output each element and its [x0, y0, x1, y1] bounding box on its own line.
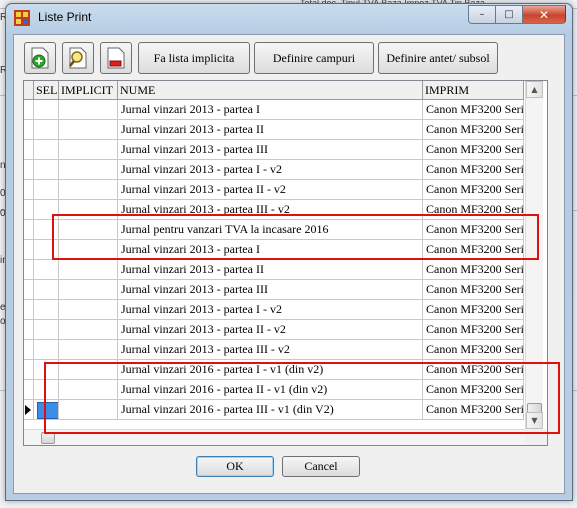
define-header-footer-button[interactable]: Definire antet/ subsol	[378, 42, 498, 74]
implicit-cell[interactable]	[59, 300, 118, 319]
maximize-button[interactable]: □	[495, 5, 522, 24]
imprim-cell[interactable]: Canon MF3200 Series	[423, 280, 524, 299]
set-default-list-button[interactable]: Fa lista implicita	[138, 42, 250, 74]
dialog-content: Fa lista implicita Definire campuri Defi…	[13, 34, 565, 494]
current-row-arrow-icon	[25, 405, 31, 415]
nume-cell[interactable]: Jurnal vinzari 2013 - partea III	[118, 140, 423, 159]
window-title: Liste Print	[38, 10, 92, 24]
table-row[interactable]: Jurnal vinzari 2013 - partea II Canon MF3…	[24, 260, 524, 280]
imprim-cell[interactable]: Canon MF3200 Series	[423, 260, 524, 279]
imprim-cell[interactable]: Canon MF3200 Series	[423, 120, 524, 139]
row-indicator-cell[interactable]	[24, 160, 34, 179]
grid-app-icon	[14, 10, 30, 26]
close-button[interactable]: ✕	[522, 5, 566, 24]
grid-header: SEL IMPLICIT NUME IMPRIM	[24, 81, 524, 100]
column-header-implicit[interactable]: IMPLICIT	[59, 81, 118, 99]
define-fields-button[interactable]: Definire campuri	[254, 42, 374, 74]
sel-cell[interactable]	[34, 180, 59, 199]
nume-cell[interactable]: Jurnal vinzari 2013 - partea II	[118, 260, 423, 279]
sel-cell[interactable]	[34, 280, 59, 299]
implicit-cell[interactable]	[59, 320, 118, 339]
sel-cell[interactable]	[34, 100, 59, 119]
row-indicator-cell[interactable]	[24, 120, 34, 139]
nume-cell[interactable]: Jurnal vinzari 2013 - partea III	[118, 280, 423, 299]
delete-list-button[interactable]	[100, 42, 132, 74]
table-row[interactable]: Jurnal vinzari 2013 - partea III Canon MF…	[24, 280, 524, 300]
row-indicator-cell[interactable]	[24, 380, 34, 399]
table-row[interactable]: Jurnal vinzari 2013 - partea I - v2 Canon…	[24, 300, 524, 320]
delete-list-icon	[107, 47, 125, 69]
row-indicator-header	[24, 81, 34, 99]
row-indicator-cell[interactable]	[24, 200, 34, 219]
row-indicator-cell[interactable]	[24, 360, 34, 379]
table-row[interactable]: Jurnal vinzari 2013 - partea III - v2 Can…	[24, 340, 524, 360]
row-indicator-cell[interactable]	[24, 280, 34, 299]
nume-cell[interactable]: Jurnal vinzari 2013 - partea III - v2	[118, 340, 423, 359]
imprim-cell[interactable]: Canon MF3200 Series	[423, 160, 524, 179]
nume-cell[interactable]: Jurnal vinzari 2013 - partea I - v2	[118, 160, 423, 179]
highlight-box-2016-rows	[44, 362, 560, 434]
implicit-cell[interactable]	[59, 260, 118, 279]
liste-print-dialog: Liste Print – □ ✕ Fa lista implicita Def…	[5, 3, 573, 501]
nume-cell[interactable]: Jurnal vinzari 2013 - partea I	[118, 100, 423, 119]
highlight-box-tva-incasare	[52, 214, 539, 260]
row-indicator-cell[interactable]	[24, 140, 34, 159]
row-indicator-cell[interactable]	[24, 300, 34, 319]
row-indicator-cell[interactable]	[24, 220, 34, 239]
table-row[interactable]: Jurnal vinzari 2013 - partea II Canon MF3…	[24, 120, 524, 140]
cancel-button[interactable]: Cancel	[282, 456, 360, 477]
imprim-cell[interactable]: Canon MF3200 Series	[423, 300, 524, 319]
row-indicator-cell[interactable]	[24, 260, 34, 279]
table-row[interactable]: Jurnal vinzari 2013 - partea I Canon MF32…	[24, 100, 524, 120]
implicit-cell[interactable]	[59, 140, 118, 159]
implicit-cell[interactable]	[59, 100, 118, 119]
search-list-icon	[69, 47, 87, 69]
implicit-cell[interactable]	[59, 160, 118, 179]
scroll-up-arrow[interactable]: ▲	[526, 81, 543, 98]
nume-cell[interactable]: Jurnal vinzari 2013 - partea II - v2	[118, 180, 423, 199]
nume-cell[interactable]: Jurnal vinzari 2013 - partea II	[118, 120, 423, 139]
table-row[interactable]: Jurnal vinzari 2013 - partea II - v2 Cano…	[24, 320, 524, 340]
table-row[interactable]: Jurnal vinzari 2013 - partea III Canon MF…	[24, 140, 524, 160]
row-indicator-cell[interactable]	[24, 320, 34, 339]
sel-cell[interactable]	[34, 120, 59, 139]
nume-cell[interactable]: Jurnal vinzari 2013 - partea I - v2	[118, 300, 423, 319]
implicit-cell[interactable]	[59, 120, 118, 139]
search-list-button[interactable]	[62, 42, 94, 74]
sel-cell[interactable]	[34, 320, 59, 339]
minimize-button[interactable]: –	[468, 5, 495, 24]
implicit-cell[interactable]	[59, 340, 118, 359]
imprim-cell[interactable]: Canon MF3200 Series	[423, 100, 524, 119]
row-indicator-cell[interactable]	[24, 180, 34, 199]
implicit-cell[interactable]	[59, 180, 118, 199]
ok-button[interactable]: OK	[196, 456, 274, 477]
sel-cell[interactable]	[34, 160, 59, 179]
nume-cell[interactable]: Jurnal vinzari 2013 - partea II - v2	[118, 320, 423, 339]
column-header-nume[interactable]: NUME	[118, 81, 423, 99]
row-indicator-cell[interactable]	[24, 340, 34, 359]
imprim-cell[interactable]: Canon MF3200 Series	[423, 140, 524, 159]
sel-cell[interactable]	[34, 140, 59, 159]
imprim-cell[interactable]: Canon MF3200 Series	[423, 320, 524, 339]
row-indicator-cell[interactable]	[24, 400, 34, 419]
row-indicator-cell[interactable]	[24, 100, 34, 119]
imprim-cell[interactable]: Canon MF3200 Series	[423, 180, 524, 199]
sel-cell[interactable]	[34, 300, 59, 319]
implicit-cell[interactable]	[59, 280, 118, 299]
window-controls: – □ ✕	[468, 5, 566, 24]
imprim-cell[interactable]: Canon MF3200 Series	[423, 340, 524, 359]
table-row[interactable]: Jurnal vinzari 2013 - partea II - v2 Cano…	[24, 180, 524, 200]
column-header-imprim[interactable]: IMPRIM	[423, 81, 524, 99]
add-list-icon	[31, 47, 49, 69]
add-list-button[interactable]	[24, 42, 56, 74]
table-row[interactable]: Jurnal vinzari 2013 - partea I - v2 Canon…	[24, 160, 524, 180]
title-bar[interactable]: Liste Print – □ ✕	[6, 4, 572, 30]
sel-cell[interactable]	[34, 340, 59, 359]
column-header-sel[interactable]: SEL	[34, 81, 59, 99]
sel-cell[interactable]	[34, 260, 59, 279]
row-indicator-cell[interactable]	[24, 240, 34, 259]
